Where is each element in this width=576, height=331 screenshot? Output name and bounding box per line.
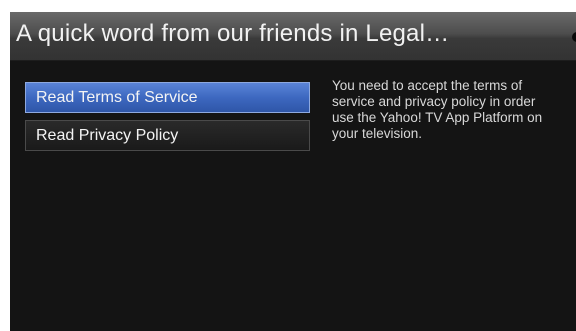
title-edge-decoration	[572, 32, 576, 42]
tv-screen: A quick word from our friends in Legal… …	[10, 12, 576, 331]
page-title: A quick word from our friends in Legal…	[16, 20, 450, 47]
legal-menu: Read Terms of Service Read Privacy Polic…	[25, 82, 310, 158]
read-privacy-policy-button[interactable]: Read Privacy Policy	[25, 120, 310, 151]
title-bar: A quick word from our friends in Legal…	[10, 12, 576, 61]
legal-description: You need to accept the terms of service …	[332, 78, 543, 141]
read-terms-of-service-button[interactable]: Read Terms of Service	[25, 82, 310, 113]
